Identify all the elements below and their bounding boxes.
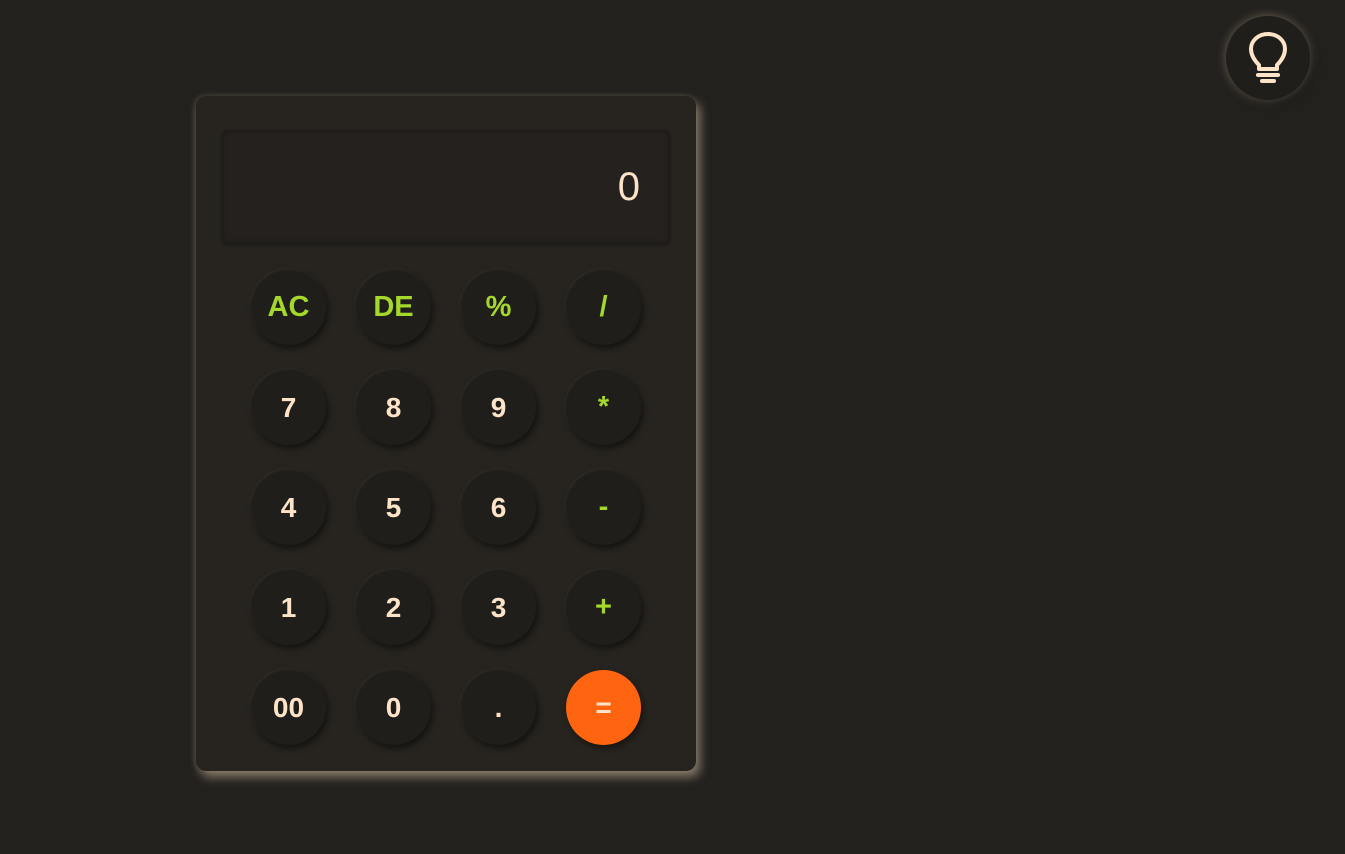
multiply-button[interactable]: * [566, 370, 641, 445]
theme-toggle-button[interactable] [1226, 16, 1310, 100]
double-zero-button[interactable]: 00 [251, 670, 326, 745]
subtract-button[interactable]: - [566, 470, 641, 545]
four-button[interactable]: 4 [251, 470, 326, 545]
decimal-button[interactable]: . [461, 670, 536, 745]
three-button[interactable]: 3 [461, 570, 536, 645]
six-button[interactable]: 6 [461, 470, 536, 545]
seven-button[interactable]: 7 [251, 370, 326, 445]
delete-button[interactable]: DE [356, 270, 431, 345]
five-button[interactable]: 5 [356, 470, 431, 545]
one-button[interactable]: 1 [251, 570, 326, 645]
nine-button[interactable]: 9 [461, 370, 536, 445]
zero-button[interactable]: 0 [356, 670, 431, 745]
eight-button[interactable]: 8 [356, 370, 431, 445]
divide-button[interactable]: / [566, 270, 641, 345]
equals-button[interactable]: = [566, 670, 641, 745]
add-button[interactable]: + [566, 570, 641, 645]
calculator: 0 AC DE % / 7 8 9 * 4 5 6 - 1 2 3 + 00 0… [196, 96, 696, 771]
keypad: AC DE % / 7 8 9 * 4 5 6 - 1 2 3 + 00 0 .… [251, 270, 641, 745]
display-screen: 0 [222, 130, 670, 244]
percent-button[interactable]: % [461, 270, 536, 345]
two-button[interactable]: 2 [356, 570, 431, 645]
lightbulb-icon [1249, 32, 1287, 83]
display-value: 0 [617, 164, 640, 209]
all-clear-button[interactable]: AC [251, 270, 326, 345]
